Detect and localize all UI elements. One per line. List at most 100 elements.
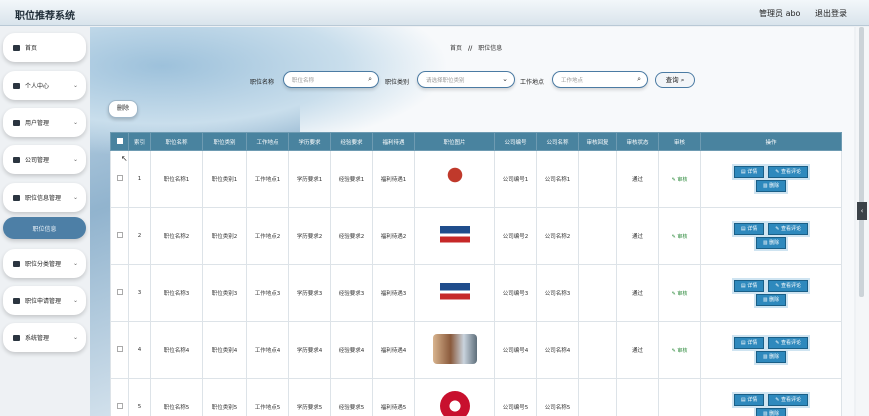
geely-logo <box>439 220 470 250</box>
view-comments-button[interactable]: ✎ 查看评论 <box>768 223 809 235</box>
row-checkbox[interactable] <box>116 289 123 295</box>
cell-image <box>414 150 495 208</box>
audit-label: 审核 <box>677 176 688 183</box>
table-row: 2 职位名称2 职位类别2 工作地点2 学历要求2 经验要求2 福利待遇2 公司编号2 公司名称… <box>110 207 842 265</box>
cell-loc: 工作地点3 <box>246 264 289 322</box>
detail-button[interactable]: ▤ 详情 <box>733 337 765 349</box>
view-comments-button[interactable]: ✎ 查看评论 <box>768 166 809 178</box>
sidebar-item-4[interactable]: 职位信息管理 ⌄ <box>3 183 86 212</box>
column-header: 公司名称 <box>536 132 579 151</box>
app-title: 职位推荐系统 <box>15 11 75 22</box>
geely-logo <box>439 277 470 307</box>
sidebar-item-5[interactable]: 职位信息 <box>3 217 86 239</box>
view-comments-button[interactable]: ✎ 查看评论 <box>768 394 809 406</box>
cell-exp: 经验要求3 <box>330 264 373 322</box>
row-checkbox[interactable] <box>116 403 123 409</box>
select-all-checkbox[interactable] <box>116 137 123 144</box>
action-label: 删除 <box>769 297 780 303</box>
row-checkbox[interactable] <box>116 175 123 181</box>
cell-status <box>616 378 659 416</box>
sidebar-item-7[interactable]: 职位申请管理 ⌄ <box>3 286 86 315</box>
cell-loc: 工作地点2 <box>246 207 289 265</box>
user-box: 管理员 abo 退出登录 <box>747 8 847 19</box>
view-comments-button[interactable]: ✎ 查看评论 <box>768 337 809 349</box>
table-row: 1 职位名称1 职位类别1 工作地点1 学历要求1 经验要求1 福利待遇1 公司编号1 公司名称… <box>110 150 842 208</box>
delete-button[interactable]: ▥ 删除 <box>755 408 787 416</box>
batch-delete-button[interactable]: 删除 <box>108 100 138 118</box>
breadcrumb-current: 职位信息 <box>478 45 503 52</box>
search-icon: ⌕ <box>637 75 641 83</box>
sidebar-item-1[interactable]: 个人中心 ⌄ <box>3 71 86 100</box>
sidebar-item-2[interactable]: 用户管理 ⌄ <box>3 108 86 137</box>
column-header: 福利待遇 <box>372 132 415 151</box>
chevron-down-icon: ⌄ <box>502 75 508 83</box>
delete-button[interactable]: ▥ 删除 <box>755 294 787 306</box>
detail-button[interactable]: ▤ 详情 <box>733 166 765 178</box>
cell-edu: 学历要求5 <box>288 378 331 416</box>
detail-button[interactable]: ▤ 详情 <box>733 280 765 292</box>
sidebar-item-6[interactable]: 职位分类管理 ⌄ <box>3 249 86 278</box>
row-checkbox[interactable] <box>116 232 123 238</box>
sidebar-item-3[interactable]: 公司管理 ⌄ <box>3 145 86 174</box>
column-header: 审核回复 <box>578 132 617 151</box>
cell-name: 职位名称5 <box>150 378 203 416</box>
building-icon <box>13 156 20 163</box>
cell-type: 职位类别3 <box>202 264 247 322</box>
job-name-input[interactable]: 职位名称 ⌕ <box>283 71 379 88</box>
top-bar: 职位推荐系统 管理员 abo 退出登录 <box>0 0 869 26</box>
cell-audit: ✎ 审核 <box>658 207 701 265</box>
cell-audit: ✎ 审核 <box>658 321 701 379</box>
cell-edu: 学历要求1 <box>288 150 331 208</box>
column-header: 索引 <box>128 132 151 151</box>
cell-actions: ▤ 详情 ✎ 查看评论 ▥ 删除 <box>700 207 842 265</box>
breadcrumb-home[interactable]: 首页 <box>450 45 462 52</box>
cell-loc: 工作地点1 <box>246 150 289 208</box>
view-comments-button[interactable]: ✎ 查看评论 <box>768 280 809 292</box>
cell-welfare: 福利待遇4 <box>372 321 415 379</box>
audit-link[interactable]: ✎ 审核 <box>672 291 688 297</box>
breadcrumb: 首页 // 职位信息 <box>450 43 502 52</box>
admin-label: 管理员 abo <box>759 9 801 18</box>
cell-comp_no: 公司编号4 <box>494 321 537 379</box>
location-input[interactable]: 工作地点 ⌕ <box>552 71 648 88</box>
cell-actions: ▤ 详情 ✎ 查看评论 ▥ 删除 <box>700 150 842 208</box>
detail-button[interactable]: ▤ 详情 <box>733 394 765 406</box>
audit-label: 审核 <box>677 347 688 354</box>
column-header: 职位名称 <box>150 132 203 151</box>
delete-button[interactable]: ▥ 删除 <box>755 351 787 363</box>
collapse-tab-icon[interactable]: ‹ <box>857 202 867 220</box>
cell-idx: 5 <box>128 378 151 416</box>
sidebar-item-0[interactable]: 首页 <box>3 33 86 62</box>
sidebar-item-8[interactable]: 系统管理 ⌄ <box>3 323 86 352</box>
row-checkbox[interactable] <box>116 346 123 352</box>
cell-comp_name: 公司名称3 <box>536 264 579 322</box>
query-button[interactable]: 查询 ⌕ <box>655 72 695 88</box>
chevron-down-icon: ⌄ <box>72 156 78 163</box>
grid-icon <box>13 194 20 201</box>
cell-name: 职位名称4 <box>150 321 203 379</box>
cell-audit: ✎ 审核 <box>658 264 701 322</box>
cell-exp: 经验要求4 <box>330 321 373 379</box>
cell-comp_name: 公司名称2 <box>536 207 579 265</box>
audit-link[interactable]: ✎ 审核 <box>672 177 688 183</box>
delete-button[interactable]: ▥ 删除 <box>755 237 787 249</box>
audit-link[interactable]: ✎ 审核 <box>672 348 688 354</box>
detail-button[interactable]: ▤ 详情 <box>733 223 765 235</box>
table-row: 4 职位名称4 职位类别4 工作地点4 学历要求4 经验要求4 福利待遇4 公司编号4 公司名称… <box>110 321 842 379</box>
search-icon: ⌕ <box>368 75 372 83</box>
cell-comp_no: 公司编号1 <box>494 150 537 208</box>
logout-link[interactable]: 退出登录 <box>815 9 847 18</box>
delete-button[interactable]: ▥ 删除 <box>755 180 787 192</box>
cell-exp: 经验要求5 <box>330 378 373 416</box>
action-label: 删除 <box>769 183 780 189</box>
scrollbar-thumb[interactable] <box>859 27 864 297</box>
scrollbar[interactable] <box>856 27 869 416</box>
cell-comp_no: 公司编号2 <box>494 207 537 265</box>
cell-actions: ▤ 详情 ✎ 查看评论 ▥ 删除 <box>700 264 842 322</box>
cell-reply <box>578 150 617 208</box>
monitor-icon <box>13 334 20 341</box>
breadcrumb-separator: // <box>467 45 473 52</box>
job-name-label: 职位名称 <box>250 79 275 86</box>
job-type-select[interactable]: 请选择职位类别 ⌄ <box>417 71 515 88</box>
audit-link[interactable]: ✎ 审核 <box>672 234 688 240</box>
